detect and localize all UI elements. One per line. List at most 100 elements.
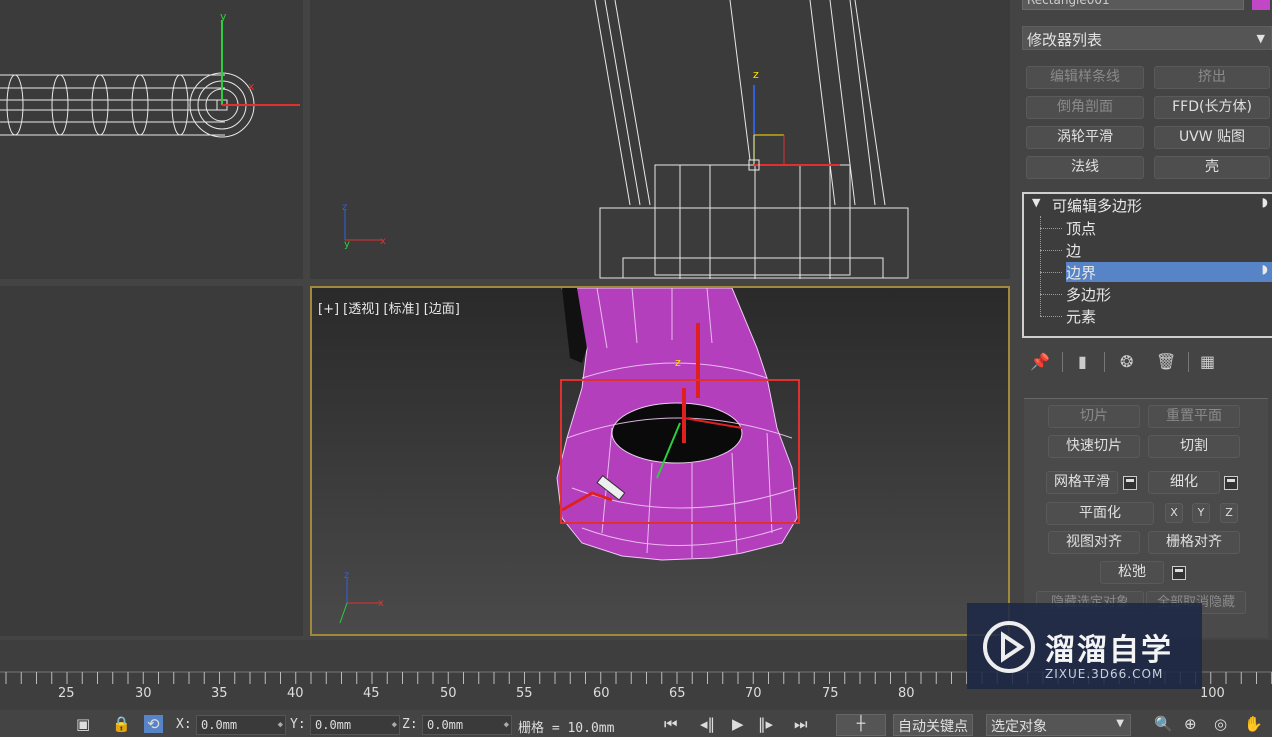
- tick-label: 60: [593, 686, 610, 701]
- planar-z-button[interactable]: Z: [1220, 503, 1238, 523]
- svg-text:z: z: [753, 68, 759, 81]
- show-end-result-icon[interactable]: ▮: [1078, 352, 1087, 371]
- axis-tripod-icon: z x: [339, 570, 384, 624]
- y-coordinate-value: 0.0mm: [315, 718, 352, 732]
- chevron-down-icon: ▼: [1116, 718, 1124, 729]
- tick-label: 55: [516, 686, 533, 701]
- svg-text:x: x: [378, 598, 384, 609]
- modifier-button-bevel-profile[interactable]: 倒角剖面: [1026, 96, 1144, 119]
- stack-item-vertex[interactable]: 顶点: [1066, 218, 1096, 239]
- orbit-icon[interactable]: ◎: [1214, 715, 1227, 733]
- pan-icon[interactable]: ✋: [1244, 715, 1263, 733]
- go-to-end-icon[interactable]: ⏭: [794, 715, 808, 733]
- stack-item-polygon[interactable]: 多边形: [1066, 284, 1111, 305]
- status-bar: ▣ 🔒 ⟲ X: 0.0mm ◆ Y: 0.0mm ◆ Z: 0.0mm ◆ 栅格 =…: [0, 710, 1272, 737]
- watermark-title: 溜溜自学: [1045, 633, 1173, 668]
- modifier-button-shell[interactable]: 壳: [1154, 156, 1270, 179]
- quick-slice-button[interactable]: 快速切片: [1048, 435, 1140, 458]
- stack-item-border[interactable]: 边界: [1066, 262, 1096, 283]
- svg-text:y: y: [220, 10, 227, 23]
- tick-label: 35: [211, 686, 228, 701]
- make-unique-icon[interactable]: ❂: [1120, 352, 1133, 371]
- light-bulb-icon[interactable]: ◗: [1262, 262, 1268, 276]
- modifier-button-uvw-map[interactable]: UVW 贴图: [1154, 126, 1270, 149]
- object-name-field[interactable]: Rectangle001: [1022, 0, 1244, 10]
- selection-set-dropdown[interactable]: 选定对象 ▼: [986, 714, 1131, 736]
- relax-settings-icon[interactable]: [1172, 566, 1186, 580]
- view-align-button[interactable]: 视图对齐: [1048, 531, 1140, 554]
- go-to-start-icon[interactable]: ⏮: [664, 715, 678, 733]
- lock-icon[interactable]: 🔒: [112, 715, 131, 733]
- make-planar-button[interactable]: 平面化: [1046, 502, 1154, 525]
- set-key-icon[interactable]: ┼: [836, 714, 886, 736]
- grid-align-button[interactable]: 栅格对齐: [1148, 531, 1240, 554]
- chevron-down-icon: ▼: [1256, 32, 1265, 45]
- stack-selection-highlight: [1066, 262, 1272, 282]
- modifier-button-extrude[interactable]: 挤出: [1154, 66, 1270, 89]
- object-color-swatch[interactable]: [1252, 0, 1270, 10]
- svg-text:z: z: [675, 356, 681, 369]
- relax-button[interactable]: 松弛: [1100, 561, 1164, 584]
- svg-text:z: z: [344, 570, 349, 581]
- pin-stack-icon[interactable]: 📌: [1030, 352, 1050, 371]
- tick-label: 45: [363, 686, 380, 701]
- modifier-list-dropdown[interactable]: 修改器列表 ▼: [1022, 26, 1272, 50]
- planar-y-button[interactable]: Y: [1192, 503, 1210, 523]
- next-frame-icon[interactable]: ‖▸: [758, 715, 773, 733]
- tick-label: 100: [1200, 686, 1225, 701]
- stack-root-editable-poly[interactable]: 可编辑多边形: [1052, 195, 1142, 216]
- x-coordinate-value: 0.0mm: [201, 718, 238, 732]
- modifier-list-label: 修改器列表: [1027, 31, 1103, 49]
- play-logo-icon: [983, 621, 1035, 673]
- grid-size-label: 栅格 = 10.0mm: [518, 721, 615, 736]
- reset-plane-button[interactable]: 重置平面: [1148, 405, 1240, 428]
- z-coordinate-value: 0.0mm: [427, 718, 464, 732]
- watermark: 溜溜自学 ZIXUE.3D66.COM: [967, 603, 1202, 689]
- stack-item-element[interactable]: 元素: [1066, 306, 1096, 327]
- axis-tripod-icon: z y x: [342, 202, 386, 250]
- x-coordinate-field[interactable]: 0.0mm ◆: [196, 715, 286, 735]
- play-icon[interactable]: ▶: [732, 715, 744, 733]
- absolute-mode-icon[interactable]: ⟲: [144, 715, 163, 733]
- svg-text:y: y: [344, 239, 350, 250]
- z-coordinate-field[interactable]: 0.0mm ◆: [422, 715, 512, 735]
- z-label: Z:: [402, 717, 418, 732]
- tick-label: 80: [898, 686, 915, 701]
- modifier-button-turbosmooth[interactable]: 涡轮平滑: [1026, 126, 1144, 149]
- command-panel: Rectangle001 修改器列表 ▼ 编辑样条线 挤出 倒角剖面 FFD(长…: [1016, 0, 1272, 640]
- light-bulb-icon[interactable]: ◗: [1262, 195, 1268, 209]
- y-label: Y:: [290, 717, 306, 732]
- modifier-button-ffd-box[interactable]: FFD(长方体): [1154, 96, 1270, 119]
- zoom-icon[interactable]: 🔍: [1154, 715, 1173, 733]
- isolate-selection-icon[interactable]: ▣: [76, 715, 90, 733]
- tick-label: 65: [669, 686, 686, 701]
- viewport-perspective[interactable]: [+] [透视] [标准] [边面] z z x: [310, 286, 1010, 636]
- tick-label: 25: [58, 686, 75, 701]
- stack-item-edge[interactable]: 边: [1066, 240, 1081, 261]
- viewport-top-left[interactable]: y x: [0, 0, 303, 279]
- remove-modifier-icon[interactable]: 🗑: [1156, 352, 1176, 371]
- tessellate-settings-icon[interactable]: [1224, 476, 1238, 490]
- modifier-button-normal[interactable]: 法线: [1026, 156, 1144, 179]
- slice-button[interactable]: 切片: [1048, 405, 1140, 428]
- zoom-all-icon[interactable]: ⊕: [1184, 715, 1197, 733]
- meshsmooth-button[interactable]: 网格平滑: [1046, 471, 1118, 494]
- tick-label: 30: [135, 686, 152, 701]
- modifier-button-edit-spline[interactable]: 编辑样条线: [1026, 66, 1144, 89]
- auto-key-button[interactable]: 自动关键点: [893, 714, 973, 736]
- edit-geometry-rollout: 切片 重置平面 快速切片 切割 网格平滑 细化 平面化 X Y Z 视图对齐 栅…: [1024, 398, 1268, 638]
- cut-button[interactable]: 切割: [1148, 435, 1240, 458]
- planar-x-button[interactable]: X: [1165, 503, 1183, 523]
- perspective-scene: z z x: [339, 288, 800, 624]
- viewport-bottom-left[interactable]: [0, 286, 303, 636]
- svg-text:x: x: [248, 80, 255, 93]
- tessellate-button[interactable]: 细化: [1148, 471, 1220, 494]
- expand-triangle-icon[interactable]: ▼: [1032, 196, 1040, 209]
- configure-modifier-sets-icon[interactable]: ▦: [1200, 352, 1215, 371]
- svg-text:z: z: [342, 202, 347, 213]
- y-coordinate-field[interactable]: 0.0mm ◆: [310, 715, 400, 735]
- viewport-top-right[interactable]: z z y x: [310, 0, 1010, 279]
- previous-frame-icon[interactable]: ◂‖: [700, 715, 715, 733]
- meshsmooth-settings-icon[interactable]: [1123, 476, 1137, 490]
- svg-text:x: x: [380, 236, 386, 247]
